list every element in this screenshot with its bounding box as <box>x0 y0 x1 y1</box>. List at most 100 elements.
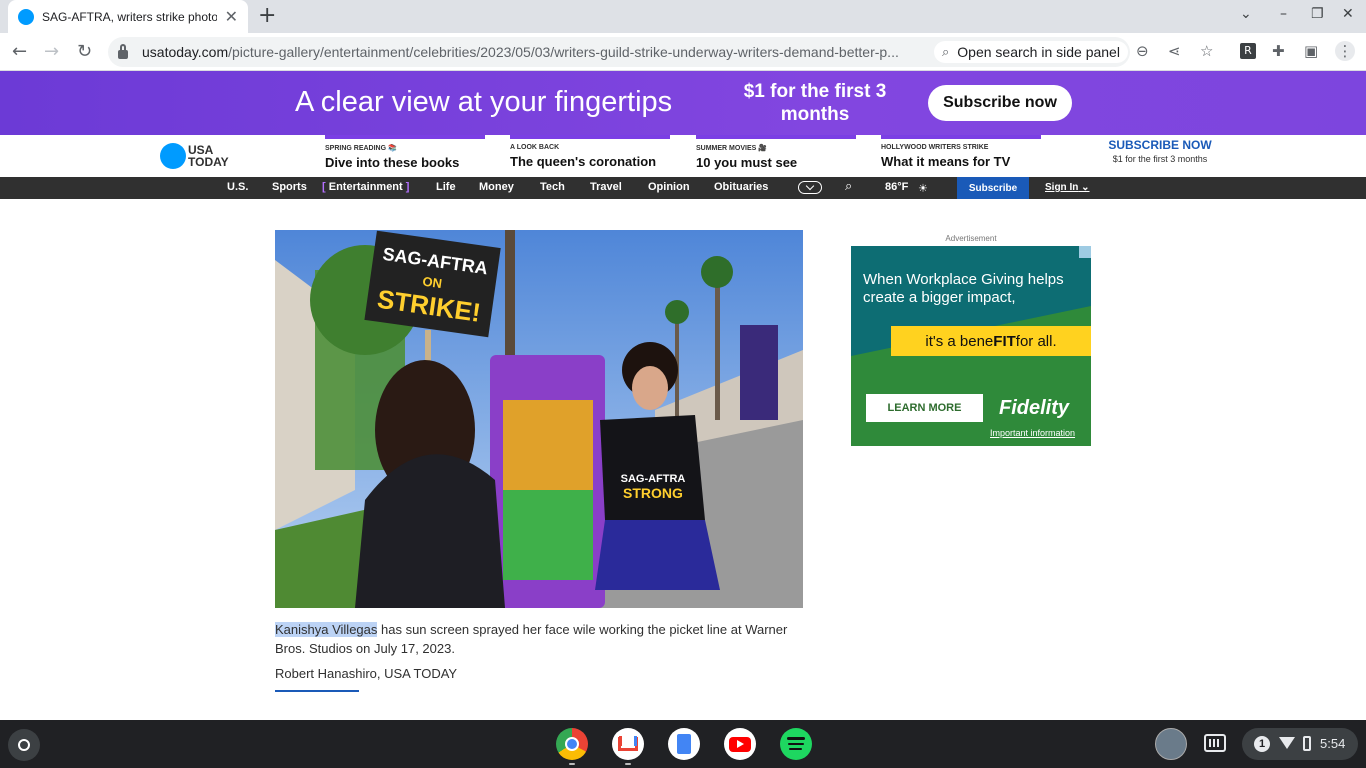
section-nav: U.S. Sports [ Entertainment ] Life Money… <box>0 177 1366 199</box>
promo-bar <box>325 135 485 139</box>
sun-icon: ☀ <box>918 182 928 195</box>
minimize-button[interactable]: – <box>1280 6 1287 22</box>
header-subscribe-note: $1 for the first 3 months <box>1112 154 1208 164</box>
new-tab-button[interactable]: + <box>258 3 276 28</box>
maximize-button[interactable]: ❐ <box>1311 6 1324 22</box>
close-window-button[interactable]: ✕ <box>1342 6 1354 22</box>
photo-illustration: SAG-AFTRA ON STRIKE! SAG-AFTRA STRONG <box>275 230 803 608</box>
ad-label: Advertisement <box>945 234 997 243</box>
side-panel-search-label: Open search in side panel <box>957 44 1120 60</box>
nav-item-tech[interactable]: Tech <box>540 181 565 193</box>
youtube-icon[interactable] <box>724 728 756 760</box>
site-header: USA TODAY SPRING READING 📚 Dive into the… <box>0 135 1366 177</box>
tab-title: SAG-AFTRA, writers strike photos <box>42 9 217 24</box>
adchoices-icon[interactable] <box>1079 246 1091 258</box>
header-promo-coronation[interactable]: A LOOK BACK The queen's coronation <box>510 135 670 169</box>
nav-search-icon[interactable]: ⌕ <box>845 179 852 194</box>
shirt-line-1: SAG-AFTRA <box>621 473 686 485</box>
forward-icon[interactable]: → <box>44 41 59 62</box>
header-promo-books[interactable]: SPRING READING 📚 Dive into these books <box>325 135 485 170</box>
star-icon[interactable]: ☆ <box>1200 42 1213 60</box>
os-shelf: 1 5:54 <box>0 720 1366 768</box>
tab-search-icon[interactable]: ⌄ <box>1240 6 1252 22</box>
nav-signin-link[interactable]: Sign In ⌄ <box>1045 182 1090 193</box>
lock-icon[interactable] <box>118 43 128 59</box>
back-icon[interactable]: ← <box>12 41 27 62</box>
banner-headline: A clear view at your fingertips <box>295 86 673 118</box>
promo-title[interactable]: 10 you must see <box>696 155 856 170</box>
ad-headline: When Workplace Giving helps create a big… <box>863 271 1064 306</box>
search-icon: ⌕ <box>942 44 950 60</box>
nav-item-entertainment[interactable]: [ Entertainment ] <box>322 181 409 193</box>
chrome-icon[interactable] <box>556 728 588 760</box>
gmail-running-indicator <box>625 763 631 765</box>
promo-bar <box>510 135 670 139</box>
ad-important-info-link[interactable]: Important information <box>990 428 1075 438</box>
promo-title[interactable]: The queen's coronation <box>510 154 670 169</box>
reload-icon[interactable]: ↻ <box>77 41 92 62</box>
clock-time: 5:54 <box>1320 736 1346 751</box>
chrome-running-indicator <box>569 763 575 765</box>
address-bar[interactable]: usatoday.com/picture-gallery/entertainme… <box>108 37 1130 67</box>
nav-item-obituaries[interactable]: Obituaries <box>714 181 768 193</box>
nav-subscribe-button[interactable]: Subscribe <box>957 177 1029 199</box>
wifi-icon <box>1279 737 1295 749</box>
nav-more-chevron-icon[interactable] <box>798 181 822 194</box>
header-promo-movies[interactable]: SUMMER MOVIES 🎥 10 you must see <box>696 135 856 170</box>
fidelity-ad[interactable]: When Workplace Giving helps create a big… <box>851 246 1091 446</box>
keyboard-icon[interactable] <box>1204 734 1226 752</box>
spotify-icon[interactable] <box>780 728 812 760</box>
shirt-line-2: STRONG <box>623 485 683 501</box>
photo-credit: Robert Hanashiro, USA TODAY <box>275 666 458 681</box>
header-subscribe[interactable]: SUBSCRIBE NOW $1 for the first 3 months <box>1100 138 1220 165</box>
url-text[interactable]: usatoday.com/picture-gallery/entertainme… <box>142 44 922 60</box>
gallery-photo[interactable]: SAG-AFTRA ON STRIKE! SAG-AFTRA STRONG <box>275 230 803 608</box>
notification-count[interactable]: 1 <box>1254 736 1270 752</box>
browser-tab-bar: SAG-AFTRA, writers strike photos ✕ + ⌄ –… <box>0 0 1366 33</box>
learn-more-button[interactable]: LEARN MORE <box>866 394 983 422</box>
nav-item-life[interactable]: Life <box>436 181 456 193</box>
status-tray[interactable]: 1 5:54 <box>1242 728 1358 760</box>
promo-title[interactable]: What it means for TV <box>881 154 1041 169</box>
subscribe-now-button[interactable]: Subscribe now <box>928 85 1072 121</box>
browser-tab[interactable]: SAG-AFTRA, writers strike photos ✕ <box>8 0 248 33</box>
menu-icon[interactable]: ⋮ <box>1335 41 1355 61</box>
launcher-icon[interactable] <box>8 729 40 761</box>
promo-bar <box>696 135 856 139</box>
puzzle-icon[interactable]: ✚ <box>1272 42 1285 60</box>
side-panel-icon[interactable]: ▣ <box>1304 42 1318 60</box>
side-panel-search-button[interactable]: ⌕ Open search in side panel <box>934 41 1128 63</box>
user-avatar[interactable] <box>1155 728 1187 760</box>
tab-close-icon[interactable]: ✕ <box>225 7 238 27</box>
sign-line-2: ON <box>422 274 443 292</box>
ad-tagline: it's a bene FIT for all. <box>891 326 1091 356</box>
gmail-icon[interactable] <box>612 728 644 760</box>
share-icon[interactable]: ⋖ <box>1168 42 1181 60</box>
header-promo-strike[interactable]: HOLLYWOOD WRITERS STRIKE What it means f… <box>881 135 1041 169</box>
promo-kicker: SPRING READING 📚 <box>325 145 397 152</box>
usa-today-favicon-icon <box>18 8 34 25</box>
site-logo[interactable]: USA TODAY <box>188 144 229 168</box>
nav-item-opinion[interactable]: Opinion <box>648 181 690 193</box>
promo-kicker: A LOOK BACK <box>510 144 560 151</box>
credit-underline <box>275 690 359 692</box>
header-subscribe-title[interactable]: SUBSCRIBE NOW <box>1100 138 1220 152</box>
nav-item-sports[interactable]: Sports <box>272 181 307 193</box>
nav-item-travel[interactable]: Travel <box>590 181 622 193</box>
photo-caption: Kanishya Villegas has sun screen sprayed… <box>275 620 803 658</box>
nav-item-us[interactable]: U.S. <box>227 181 248 193</box>
browser-toolbar: ← → ↻ usatoday.com/picture-gallery/enter… <box>0 33 1366 71</box>
caption-subject-name: Kanishya Villegas <box>275 622 378 637</box>
extension-r-icon[interactable]: R <box>1240 43 1256 59</box>
zoom-icon[interactable]: ⊖ <box>1136 42 1149 60</box>
nav-item-money[interactable]: Money <box>479 181 514 193</box>
docs-icon[interactable] <box>668 728 700 760</box>
banner-offer: $1 for the first 3 months <box>743 81 887 125</box>
subscription-banner[interactable]: A clear view at your fingertips $1 for t… <box>0 71 1366 135</box>
fidelity-logo: Fidelity <box>999 397 1070 419</box>
weather-temp[interactable]: 86°F <box>885 181 908 193</box>
usa-today-logo-icon[interactable] <box>160 143 186 169</box>
battery-icon <box>1303 736 1311 751</box>
promo-kicker: SUMMER MOVIES 🎥 <box>696 145 767 152</box>
promo-title[interactable]: Dive into these books <box>325 155 485 170</box>
